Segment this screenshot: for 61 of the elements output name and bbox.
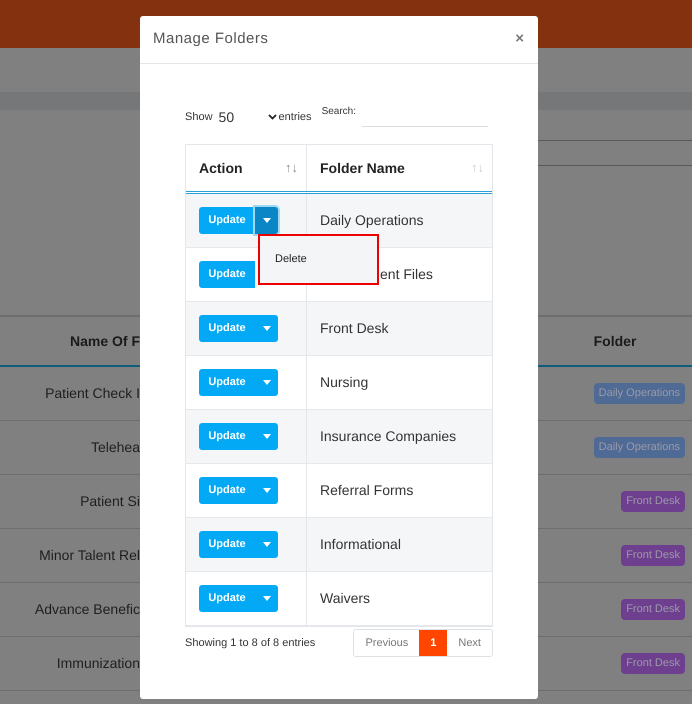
update-button[interactable]: Update <box>199 477 255 504</box>
folder-tag: Front Desk <box>621 599 685 620</box>
folder-name: Waivers <box>320 589 370 608</box>
folder-name: ent Files <box>380 265 433 284</box>
update-button[interactable]: Update <box>199 531 255 558</box>
sort-icon: ↑↓ <box>471 158 484 178</box>
folder-name: Nursing <box>320 373 368 392</box>
table-cell-text: Patient Check I <box>45 384 140 403</box>
modal-title: Manage Folders <box>153 29 268 50</box>
dropdown-toggle[interactable] <box>255 369 278 396</box>
dropdown-toggle[interactable] <box>255 423 278 450</box>
close-button[interactable]: × <box>515 28 525 51</box>
entries-label: entries <box>278 110 312 125</box>
dropdown-toggle[interactable] <box>255 207 278 234</box>
caret-icon <box>262 326 270 331</box>
chevron-icon <box>268 114 277 120</box>
table-cell-text: Advance Benefic <box>34 600 140 619</box>
entries-select[interactable]: 50 <box>218 106 277 128</box>
update-button[interactable]: Update <box>199 423 255 450</box>
input-field[interactable] <box>538 140 692 166</box>
update-button[interactable]: Update <box>199 369 255 396</box>
page-button[interactable]: Next <box>447 630 492 656</box>
caret-icon <box>262 596 270 601</box>
sort-icon: ↑↓ <box>285 158 298 178</box>
folder-name: Front Desk <box>320 319 388 338</box>
update-button[interactable]: Update <box>199 207 255 234</box>
page-button[interactable]: 1 <box>419 630 448 656</box>
table-cell-text: Telehea <box>90 438 140 457</box>
column-header: Folder <box>594 332 636 350</box>
table-cell-text: Immunization <box>56 654 140 673</box>
dropdown-toggle[interactable] <box>255 477 278 504</box>
folder-tag: Daily Operations <box>594 437 685 458</box>
menu-item[interactable]: Delete <box>260 251 307 268</box>
folder-name: Referral Forms <box>320 481 414 500</box>
folder-tag: Front Desk <box>621 491 685 512</box>
table-cell-text: Patient Si <box>80 492 140 511</box>
dropdown-toggle[interactable] <box>255 531 278 558</box>
caret-icon <box>262 434 270 439</box>
update-button[interactable]: Update <box>199 315 255 342</box>
caret-icon <box>262 542 270 547</box>
show-label: Show <box>185 110 213 125</box>
table-cell-text: Minor Talent Rel <box>39 546 140 565</box>
column-header[interactable]: Folder Name ↑↓ <box>307 145 492 191</box>
folder-tag: Daily Operations <box>594 383 685 404</box>
folder-tag: Front Desk <box>621 653 685 674</box>
caret-icon <box>262 380 270 385</box>
caret-icon <box>262 218 270 223</box>
update-button[interactable]: Update <box>199 261 255 288</box>
caret-icon <box>262 488 270 493</box>
dropdown-toggle[interactable] <box>255 315 278 342</box>
update-button[interactable]: Update <box>199 585 255 612</box>
column-header: Name Of F <box>70 332 140 350</box>
table-info: Showing 1 to 8 of 8 entries <box>185 636 316 651</box>
column-header[interactable]: Action ↑↓ <box>186 145 307 191</box>
dropdown-toggle[interactable] <box>255 585 278 612</box>
folder-tag: Front Desk <box>621 545 685 566</box>
folder-name: Daily Operations <box>320 211 424 230</box>
folder-name: Insurance Companies <box>320 427 456 446</box>
folder-name: Informational <box>320 535 401 554</box>
search-label: Search: <box>322 105 356 119</box>
page-button[interactable]: Previous <box>354 630 420 656</box>
